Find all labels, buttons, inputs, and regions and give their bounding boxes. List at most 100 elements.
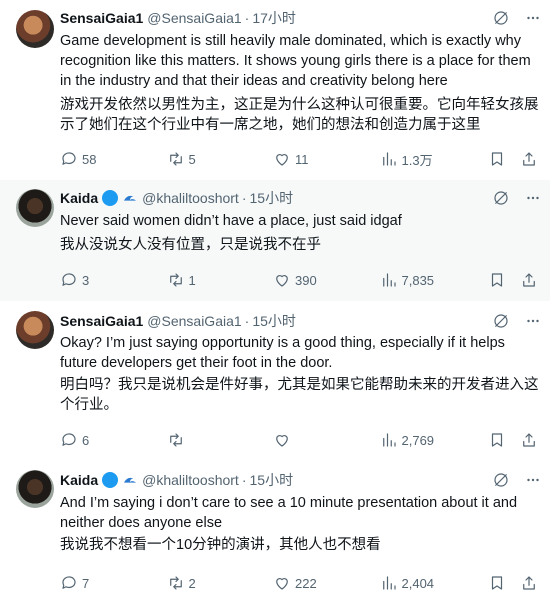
avatar[interactable]	[16, 311, 54, 349]
tweet-header: Kaida @khaliltooshort · 15小时	[60, 188, 542, 208]
tweet-text: Game development is still heavily male d…	[60, 33, 531, 89]
reply-count: 3	[82, 272, 90, 288]
reply-count: 58	[82, 151, 97, 167]
bookmark-button[interactable]	[488, 431, 506, 449]
like-count: 11	[295, 151, 309, 167]
retweet-button[interactable]: 2	[167, 574, 274, 592]
views-icon	[382, 433, 396, 447]
tweet-header: SensaiGaia1 @SensaiGaia1 · 15小时	[60, 311, 542, 331]
tweet-text: Okay? I’m just saying opportunity is a g…	[60, 335, 505, 371]
grok-icon[interactable]	[492, 312, 510, 330]
more-icon[interactable]	[524, 9, 542, 27]
view-count: 1.3万	[401, 152, 433, 168]
reply-button[interactable]: 3	[60, 271, 167, 289]
views-icon	[382, 152, 396, 166]
heart-icon	[276, 275, 288, 287]
views-button[interactable]: 2,404	[380, 574, 488, 592]
reply-icon	[62, 273, 76, 286]
reply-icon	[62, 576, 76, 589]
views-icon	[382, 273, 396, 287]
user-handle[interactable]: @SensaiGaia1	[147, 313, 241, 329]
reply-button[interactable]: 58	[60, 150, 167, 168]
views-icon	[382, 576, 396, 590]
separator-dot: ·	[241, 472, 247, 488]
display-name[interactable]: SensaiGaia1	[60, 313, 143, 329]
retweet-button[interactable]	[167, 431, 274, 449]
avatar[interactable]	[16, 10, 54, 48]
verified-badge-icon	[102, 472, 119, 488]
bookmark-button[interactable]	[488, 574, 506, 592]
retweet-count: 2	[188, 575, 196, 591]
user-handle[interactable]: @khaliltooshort	[142, 190, 239, 206]
share-button[interactable]	[520, 431, 538, 449]
view-count: 2,769	[401, 432, 435, 448]
view-count: 2,404	[401, 575, 435, 591]
heart-icon	[276, 578, 288, 590]
grok-icon[interactable]	[492, 9, 510, 27]
more-icon[interactable]	[524, 471, 542, 489]
views-button[interactable]: 7,835	[380, 271, 488, 289]
tweet-header: Kaida @khaliltooshort · 15小时	[60, 470, 542, 490]
display-name[interactable]: SensaiGaia1	[60, 10, 143, 26]
tweet-header: SensaiGaia1 @SensaiGaia1 · 17小时	[60, 8, 542, 28]
share-icon	[523, 576, 535, 590]
verified-badge-icon	[102, 190, 119, 206]
display-name[interactable]: Kaida	[60, 472, 98, 488]
reply-button[interactable]: 6	[60, 431, 167, 449]
share-button[interactable]	[520, 574, 538, 592]
separator-dot: ·	[244, 10, 250, 26]
bookmark-icon	[491, 433, 503, 447]
timestamp[interactable]: 15小时	[250, 470, 294, 490]
reply-count: 6	[82, 432, 90, 448]
tweet-text: Never said women didn’t have a place, ju…	[60, 213, 402, 229]
separator-dot: ·	[244, 313, 250, 329]
bookmark-button[interactable]	[488, 150, 506, 168]
share-icon	[523, 433, 535, 447]
tweet-translation: 我从没说女人没有位置，只是说我不在乎	[60, 237, 321, 253]
user-handle[interactable]: @SensaiGaia1	[147, 10, 241, 26]
tweet[interactable]: SensaiGaia1 @SensaiGaia1 · 17小时 Game dev…	[0, 0, 550, 180]
retweet-count: 5	[188, 151, 196, 167]
action-bar: 7 2 222 2,404	[60, 573, 538, 593]
tweet-text: And I’m saying i don’t care to see a 10 …	[60, 495, 518, 531]
like-button[interactable]	[273, 431, 380, 449]
like-button[interactable]: 390	[273, 271, 380, 289]
action-bar: 58 5 11 1.3万	[60, 149, 538, 169]
reply-icon	[62, 433, 76, 446]
tweet[interactable]: Kaida @khaliltooshort · 15小时 Never said …	[0, 180, 550, 301]
grok-icon[interactable]	[492, 189, 510, 207]
more-icon[interactable]	[524, 189, 542, 207]
separator-dot: ·	[241, 190, 247, 206]
timestamp[interactable]: 15小时	[252, 311, 296, 331]
retweet-icon	[169, 433, 182, 447]
avatar[interactable]	[16, 189, 54, 227]
retweet-button[interactable]: 1	[167, 271, 274, 289]
share-button[interactable]	[520, 271, 538, 289]
tweet[interactable]: SensaiGaia1 @SensaiGaia1 · 15小时 Okay? I’…	[0, 301, 550, 460]
tweet-translation: 明白吗？我只是说机会是件好事，尤其是如果它能帮助未来的开发者进入这个行业。	[60, 377, 539, 413]
like-button[interactable]: 11	[273, 150, 380, 168]
bookmark-icon	[491, 273, 503, 287]
views-button[interactable]: 1.3万	[380, 150, 488, 169]
bookmark-button[interactable]	[488, 271, 506, 289]
share-button[interactable]	[520, 150, 538, 168]
heart-icon	[276, 435, 288, 447]
reply-button[interactable]: 7	[60, 574, 167, 592]
action-bar: 3 1 390 7,835	[60, 270, 538, 290]
retweet-button[interactable]: 5	[167, 150, 274, 168]
user-handle[interactable]: @khaliltooshort	[142, 472, 239, 488]
grok-icon[interactable]	[492, 471, 510, 489]
like-button[interactable]: 222	[273, 574, 380, 592]
reply-count: 7	[82, 575, 90, 591]
retweet-icon	[169, 152, 182, 166]
avatar[interactable]	[16, 470, 54, 508]
display-name[interactable]: Kaida	[60, 190, 98, 206]
timestamp[interactable]: 15小时	[250, 188, 294, 208]
tweet[interactable]: Kaida @khaliltooshort · 15小时 And I’m say…	[0, 460, 550, 603]
views-button[interactable]: 2,769	[380, 431, 488, 449]
like-count: 390	[295, 272, 317, 288]
more-icon[interactable]	[524, 312, 542, 330]
wave-emoji-icon	[124, 477, 137, 483]
timestamp[interactable]: 17小时	[252, 8, 296, 28]
like-count: 222	[295, 575, 317, 591]
